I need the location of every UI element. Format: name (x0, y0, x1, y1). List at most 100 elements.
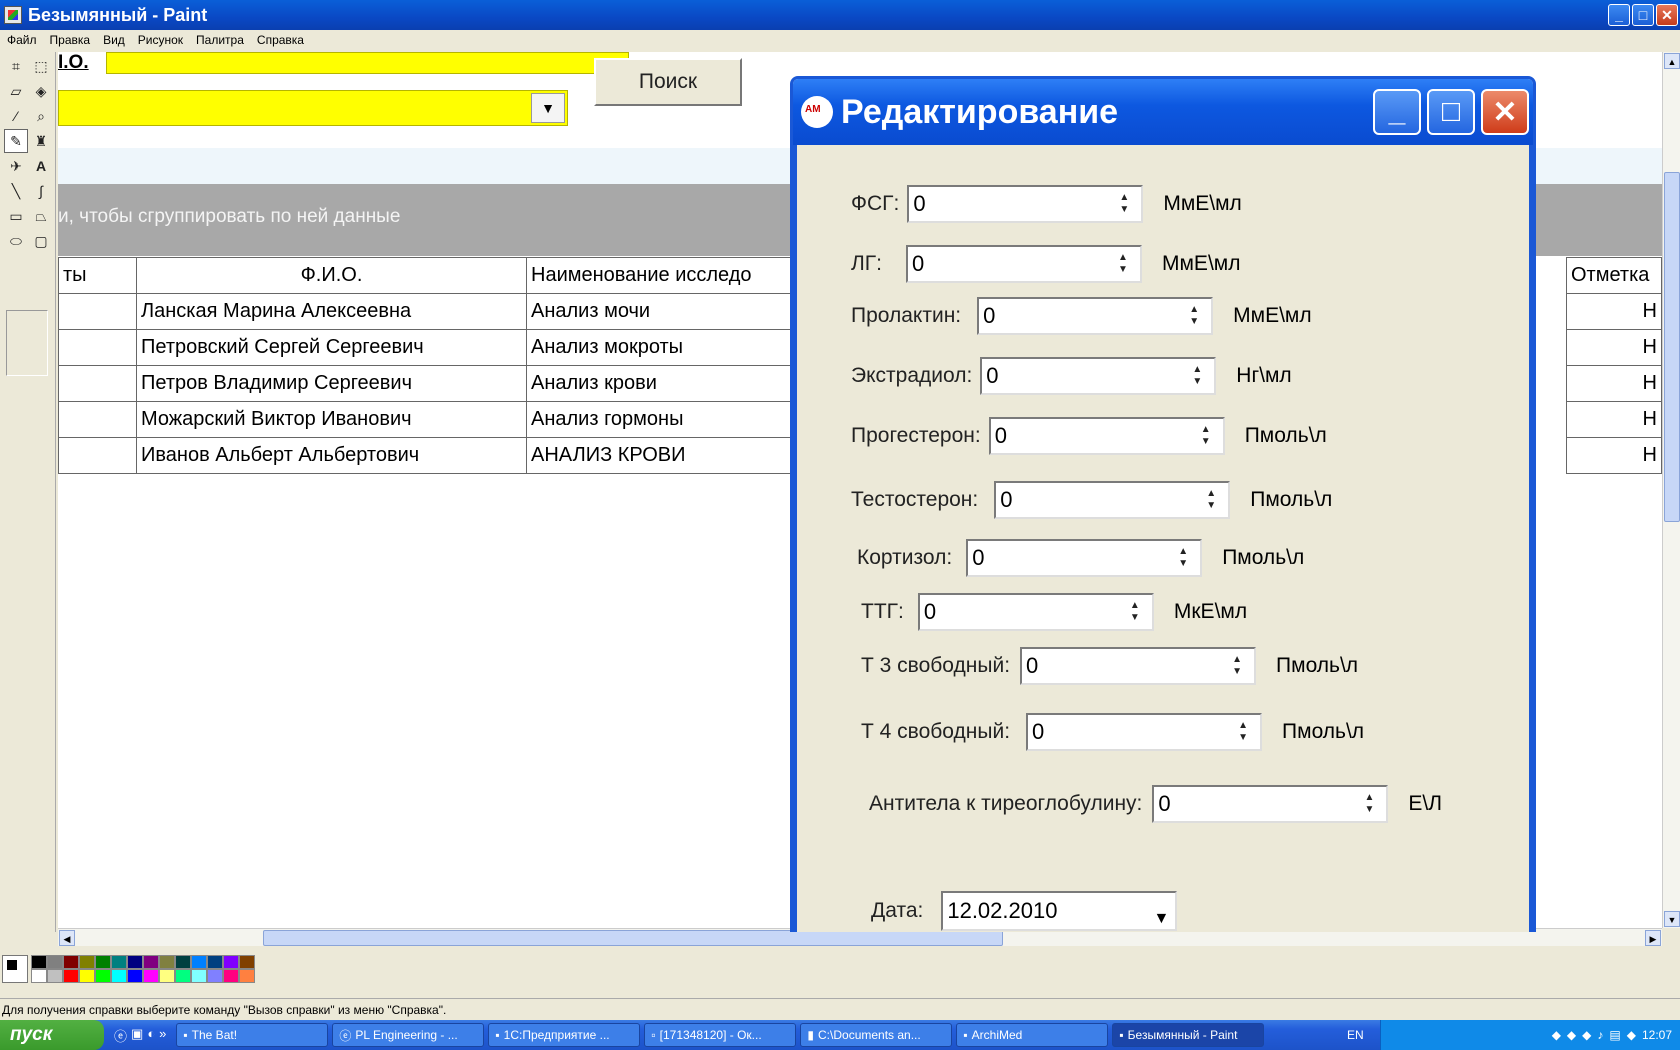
color-swatch[interactable] (159, 969, 175, 983)
color-swatch[interactable] (127, 969, 143, 983)
task-window-4[interactable]: ▫ [171348120] - Ок... (644, 1023, 797, 1047)
column-header[interactable]: ты (58, 257, 137, 294)
dialog-maximize-button[interactable]: □ (1427, 89, 1475, 135)
spin-arrows-icon[interactable]: ▲ ▼ (1179, 301, 1209, 331)
color-swatch[interactable] (47, 969, 63, 983)
color-swatch[interactable] (191, 969, 207, 983)
progesterone-spin-input[interactable]: 0 ▲ ▼ (988, 417, 1225, 455)
chevron-down-icon[interactable]: ▼ (531, 93, 565, 123)
menu-palette[interactable]: Палитра (196, 33, 244, 47)
start-button[interactable]: пуск (0, 1020, 104, 1050)
color-swatch[interactable] (127, 955, 143, 969)
color-swatch[interactable] (159, 955, 175, 969)
current-colors[interactable] (2, 955, 28, 983)
color-swatch[interactable] (31, 969, 47, 983)
spin-arrows-icon[interactable]: ▲ ▼ (1120, 597, 1150, 627)
fio-input[interactable] (106, 52, 629, 74)
color-swatch[interactable] (143, 969, 159, 983)
table-row[interactable]: Петров Владимир Сергеевич Анализ крови (58, 365, 807, 402)
tool-options-box[interactable] (6, 310, 48, 376)
color-swatch[interactable] (111, 955, 127, 969)
tsh-spin-input[interactable]: 0 ▲ ▼ (917, 593, 1154, 631)
scroll-up-icon[interactable]: ▲ (1664, 53, 1680, 69)
table-row[interactable]: Ланская Марина Алексеевна Анализ мочи (58, 293, 807, 330)
dialog-minimize-button[interactable]: _ (1373, 89, 1421, 135)
column-header[interactable]: Ф.И.О. (136, 257, 527, 294)
horizontal-scroll-thumb[interactable] (263, 930, 1003, 946)
media-icon[interactable]: ◐ (147, 1026, 155, 1045)
vertical-scroll-thumb[interactable] (1664, 172, 1680, 522)
table-row[interactable]: Можарский Виктор Иванович Анализ гормоны (58, 401, 807, 438)
rect-select-icon[interactable]: ⬚ (29, 54, 53, 78)
t3-spin-input[interactable]: 0 ▲ ▼ (1020, 647, 1257, 685)
field-value[interactable]: 0 (1032, 719, 1044, 744)
fill-bucket-icon[interactable]: ◈ (29, 79, 53, 103)
spin-arrows-icon[interactable]: ▲ ▼ (1108, 249, 1138, 279)
task-pl-engineering[interactable]: ⓔ PL Engineering - ... (332, 1023, 485, 1047)
fsg-spin-input[interactable]: 0 ▲ ▼ (907, 185, 1144, 223)
field-value[interactable]: 0 (1000, 487, 1012, 512)
field-value[interactable]: 0 (995, 423, 1007, 448)
text-icon[interactable]: A (29, 154, 53, 178)
color-swatch[interactable] (207, 969, 223, 983)
field-value[interactable]: 0 (924, 599, 936, 624)
color-swatch[interactable] (47, 955, 63, 969)
color-swatch[interactable] (31, 955, 47, 969)
menu-image[interactable]: Рисунок (138, 33, 183, 47)
tray-icon[interactable]: ◆ (1627, 1028, 1636, 1042)
language-indicator[interactable]: EN (1347, 1028, 1364, 1042)
free-select-icon[interactable]: ⌗ (4, 54, 28, 78)
field-value[interactable]: 0 (983, 303, 995, 328)
dialog-titlebar[interactable]: Редактирование _ □ ✕ (793, 79, 1533, 145)
task-paint[interactable]: ▪ Безымянный - Paint (1112, 1023, 1265, 1047)
tray-icon[interactable]: ◆ (1552, 1028, 1561, 1042)
pencil-icon[interactable]: ✎ (4, 129, 28, 153)
scroll-right-icon[interactable]: ▶ (1645, 930, 1661, 946)
ie-icon[interactable]: ⓔ (114, 1026, 127, 1045)
clock[interactable]: 12:07 (1642, 1028, 1672, 1042)
column-header[interactable]: Отметка (1566, 257, 1662, 294)
spin-arrows-icon[interactable]: ▲ ▼ (1196, 485, 1226, 515)
tray-icon[interactable]: ◆ (1567, 1028, 1576, 1042)
prolactin-spin-input[interactable]: 0 ▲ ▼ (977, 297, 1214, 335)
color-swatch[interactable] (79, 955, 95, 969)
color-swatch[interactable] (175, 969, 191, 983)
color-swatch[interactable] (111, 969, 127, 983)
color-swatch[interactable] (63, 955, 79, 969)
rectangle-icon[interactable]: ▭ (4, 204, 28, 228)
curve-icon[interactable]: ∫ (29, 179, 53, 203)
task-the-bat[interactable]: ▪ The Bat! (176, 1023, 329, 1047)
network-icon[interactable]: ▤ (1609, 1028, 1620, 1042)
volume-icon[interactable]: ♪ (1597, 1028, 1603, 1042)
column-header[interactable]: Наименование исследо (526, 257, 807, 294)
color-swatch[interactable] (239, 955, 255, 969)
menu-edit[interactable]: Правка (50, 33, 91, 47)
color-swatch[interactable] (95, 955, 111, 969)
lg-spin-input[interactable]: 0 ▲ ▼ (906, 245, 1142, 283)
menu-file[interactable]: Файл (7, 33, 37, 47)
study-select[interactable]: ▼ (58, 90, 568, 126)
line-icon[interactable]: ╲ (4, 179, 28, 203)
date-picker[interactable]: 12.02.2010 ▼ (941, 891, 1178, 932)
close-button[interactable]: ✕ (1656, 4, 1678, 26)
scroll-left-icon[interactable]: ◀ (59, 930, 75, 946)
field-value[interactable]: 0 (972, 545, 984, 570)
magnifier-icon[interactable]: ⌕ (29, 104, 53, 128)
task-archimed[interactable]: ▪ ArchiMed (956, 1023, 1109, 1047)
spin-arrows-icon[interactable]: ▲ ▼ (1354, 789, 1384, 819)
color-swatch[interactable] (95, 969, 111, 983)
search-button[interactable]: Поиск (594, 58, 742, 106)
color-swatch[interactable] (223, 955, 239, 969)
tray-icon[interactable]: ◆ (1582, 1028, 1591, 1042)
field-value[interactable]: 0 (1158, 791, 1170, 816)
spin-arrows-icon[interactable]: ▲ ▼ (1182, 361, 1212, 391)
desktop-icon[interactable]: ▣ (131, 1026, 143, 1045)
field-value[interactable]: 0 (986, 363, 998, 388)
color-swatch[interactable] (63, 969, 79, 983)
color-swatch[interactable] (223, 969, 239, 983)
brush-icon[interactable]: ♜ (29, 129, 53, 153)
color-swatch[interactable] (191, 955, 207, 969)
more-icon[interactable]: » (159, 1026, 166, 1045)
chevron-down-icon[interactable]: ▼ (1154, 901, 1170, 932)
eraser-icon[interactable]: ▱ (4, 79, 28, 103)
